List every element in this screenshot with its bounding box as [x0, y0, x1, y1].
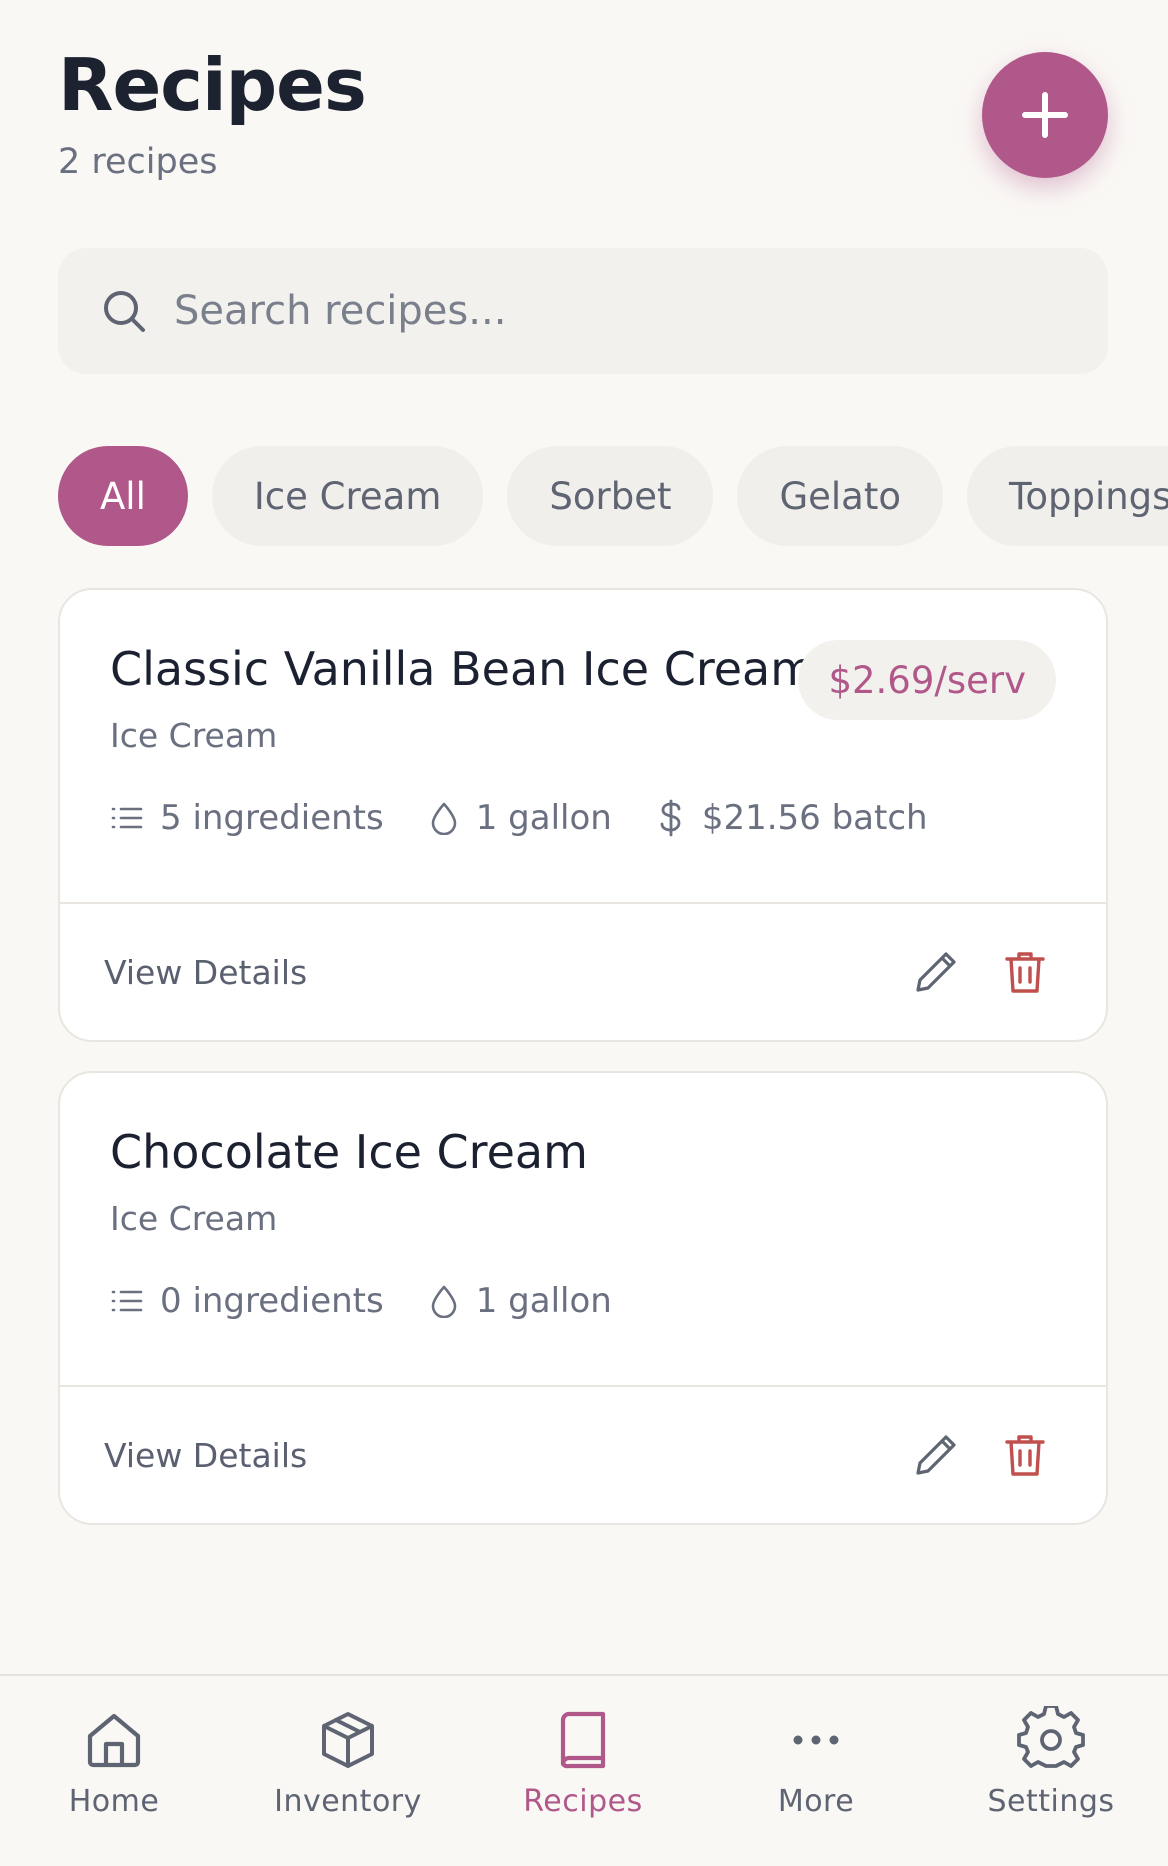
- search-input[interactable]: [172, 287, 1056, 335]
- delete-button[interactable]: [1002, 948, 1048, 1000]
- droplet-icon: [431, 802, 457, 835]
- plus-icon: [1022, 92, 1068, 138]
- recipe-category: Ice Cream: [110, 716, 278, 755]
- card-footer: View Details: [60, 902, 1106, 1040]
- more-icon: [793, 1735, 839, 1745]
- batch-cost: $21.56 batch: [656, 798, 928, 838]
- dollar-icon: [660, 799, 681, 837]
- recipe-count: 2 recipes: [58, 142, 218, 182]
- recipe-title: Chocolate Ice Cream: [110, 1125, 588, 1179]
- home-icon: [87, 1713, 141, 1768]
- card-footer: View Details: [60, 1385, 1106, 1523]
- yield: 1 gallon: [428, 798, 612, 838]
- ingredient-count-text: 0 ingredients: [160, 1281, 384, 1321]
- bottom-nav: Home Inventory Recipes More Settings: [0, 1674, 1168, 1866]
- yield-text: 1 gallon: [475, 798, 612, 838]
- yield-text: 1 gallon: [475, 1281, 612, 1321]
- add-recipe-button[interactable]: [982, 52, 1108, 178]
- ingredient-count: 5 ingredients: [110, 798, 384, 838]
- search-bar[interactable]: [58, 248, 1108, 374]
- trash-icon: [1005, 1435, 1045, 1476]
- list-icon: [111, 807, 143, 829]
- book-icon: [560, 1711, 606, 1769]
- filter-chip-ice-cream[interactable]: Ice Cream: [211, 446, 484, 546]
- nav-item-settings[interactable]: Settings: [951, 1702, 1151, 1819]
- recipe-title: Classic Vanilla Bean Ice Cream: [110, 642, 816, 696]
- nav-label: Settings: [987, 1784, 1115, 1819]
- edit-button[interactable]: [912, 1431, 960, 1483]
- page-title: Recipes: [58, 43, 367, 127]
- delete-button[interactable]: [1002, 1431, 1048, 1483]
- recipe-meta: 5 ingredients 1 gallon $21.56 batch: [110, 798, 972, 838]
- filter-chip-gelato[interactable]: Gelato: [737, 446, 944, 546]
- pencil-icon: [916, 1435, 956, 1475]
- nav-label: More: [777, 1784, 855, 1819]
- trash-icon: [1005, 952, 1045, 993]
- view-details-link[interactable]: View Details: [104, 953, 307, 992]
- search-icon: [104, 291, 145, 332]
- nav-item-more[interactable]: More: [716, 1702, 916, 1819]
- view-details-link[interactable]: View Details: [104, 1436, 307, 1475]
- gear-icon: [1017, 1706, 1085, 1768]
- recipe-category: Ice Cream: [110, 1199, 278, 1238]
- nav-label: Recipes: [523, 1784, 643, 1819]
- recipe-card[interactable]: Chocolate Ice Cream Ice Cream 0 ingredie…: [58, 1071, 1108, 1525]
- nav-label: Home: [68, 1784, 160, 1819]
- list-icon: [111, 1290, 143, 1312]
- filter-chip-toppings[interactable]: Toppings: [967, 446, 1168, 546]
- price-per-serving-badge: $2.69/serv: [798, 640, 1056, 720]
- filter-chip-all[interactable]: All: [58, 446, 188, 546]
- nav-item-home[interactable]: Home: [14, 1702, 214, 1819]
- nav-item-inventory[interactable]: Inventory: [248, 1702, 448, 1819]
- ingredient-count-text: 5 ingredients: [160, 798, 384, 838]
- category-filters: All Ice Cream Sorbet Gelato Toppings: [58, 446, 1168, 546]
- yield: 1 gallon: [428, 1281, 612, 1321]
- recipe-card[interactable]: Classic Vanilla Bean Ice Cream $2.69/ser…: [58, 588, 1108, 1042]
- nav-item-recipes[interactable]: Recipes: [483, 1702, 683, 1819]
- edit-button[interactable]: [912, 948, 960, 1000]
- page-header: Recipes 2 recipes: [58, 40, 367, 182]
- droplet-icon: [431, 1285, 457, 1318]
- filter-chip-sorbet[interactable]: Sorbet: [507, 446, 714, 546]
- recipe-meta: 0 ingredients 1 gallon: [110, 1281, 656, 1321]
- ingredient-count: 0 ingredients: [110, 1281, 384, 1321]
- batch-cost-text: $21.56 batch: [701, 798, 928, 838]
- box-icon: [322, 1712, 374, 1768]
- pencil-icon: [916, 952, 956, 992]
- nav-label: Inventory: [274, 1784, 422, 1819]
